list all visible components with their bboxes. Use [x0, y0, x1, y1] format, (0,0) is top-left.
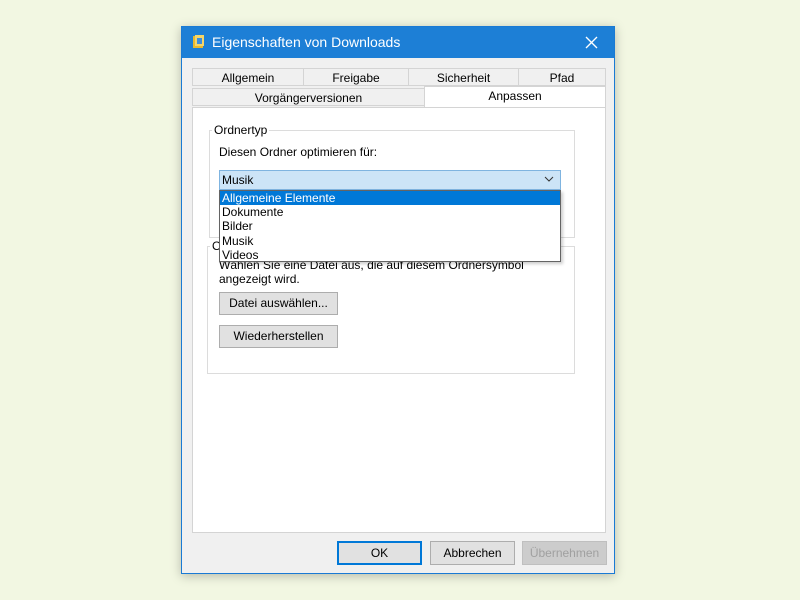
folder-type-select[interactable]: Musik	[219, 170, 561, 190]
folder-type-group-title: Ordnertyp	[212, 123, 270, 137]
tab-freigabe[interactable]: Freigabe	[303, 68, 409, 86]
folder-icon-description-line2: angezeigt wird.	[219, 272, 300, 286]
properties-dialog: Eigenschaften von Downloads Allgemein Fr…	[181, 26, 615, 574]
apply-button[interactable]: Übernehmen	[522, 541, 607, 565]
window-title: Eigenschaften von Downloads	[212, 34, 401, 50]
ok-button[interactable]: OK	[337, 541, 422, 565]
chevron-down-icon	[544, 176, 554, 182]
cancel-button[interactable]: Abbrechen	[430, 541, 515, 565]
folder-type-selected-value: Musik	[222, 173, 254, 187]
tab-label: Allgemein	[221, 71, 275, 85]
optimize-label: Diesen Ordner optimieren für:	[219, 145, 378, 159]
tab-label: Sicherheit	[436, 71, 491, 85]
dropdown-option-dokumente[interactable]: Dokumente	[220, 205, 560, 219]
tab-panel-anpassen: Ordnertyp Diesen Ordner optimieren für: …	[192, 107, 606, 533]
tab-anpassen[interactable]: Anpassen	[424, 86, 606, 107]
tab-vorgaengerversionen[interactable]: Vorgängerversionen	[192, 88, 425, 106]
tab-label: Pfad	[549, 71, 575, 85]
dropdown-option-allgemeine-elemente[interactable]: Allgemeine Elemente	[220, 191, 560, 206]
folder-icon	[193, 35, 204, 48]
tab-label: Freigabe	[332, 71, 380, 85]
dropdown-option-musik[interactable]: Musik	[220, 234, 560, 248]
close-button[interactable]	[570, 27, 614, 58]
folder-type-dropdown-list: Allgemeine Elemente Dokumente Bilder Mus…	[219, 190, 561, 262]
tab-allgemein[interactable]: Allgemein	[192, 68, 304, 86]
tab-pfad[interactable]: Pfad	[518, 68, 606, 86]
title-bar[interactable]: Eigenschaften von Downloads	[182, 27, 614, 58]
close-icon	[585, 36, 598, 49]
dropdown-option-videos[interactable]: Videos	[220, 248, 560, 262]
dropdown-option-bilder[interactable]: Bilder	[220, 219, 560, 233]
restore-button[interactable]: Wiederherstellen	[219, 325, 338, 348]
tab-sicherheit[interactable]: Sicherheit	[408, 68, 519, 86]
tab-label: Anpassen	[488, 89, 542, 103]
tab-label: Vorgängerversionen	[254, 91, 363, 105]
choose-file-button[interactable]: Datei auswählen...	[219, 292, 338, 315]
